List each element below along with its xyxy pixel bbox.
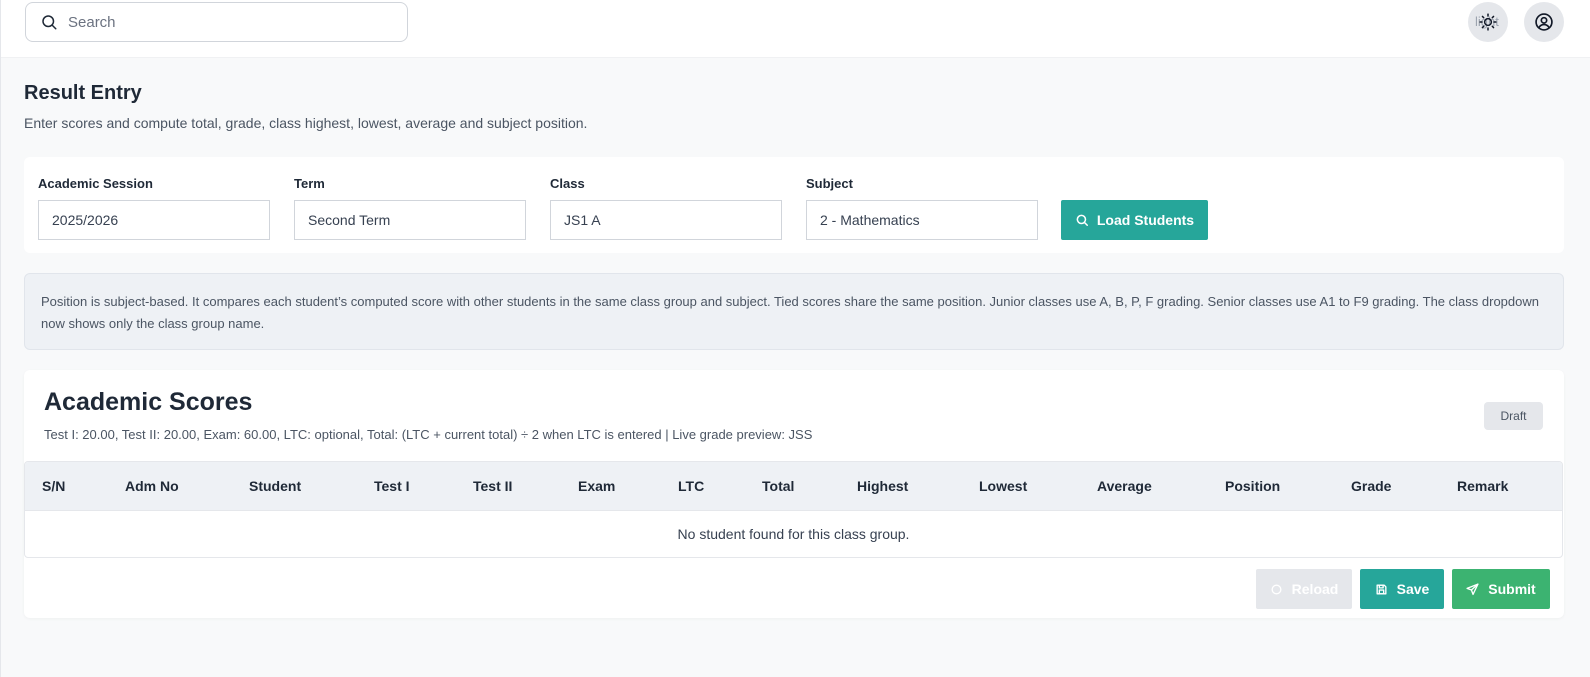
save-button[interactable]: Save — [1360, 569, 1444, 609]
floppy-disk-icon — [1376, 583, 1387, 595]
column-header: Test I — [374, 478, 410, 494]
save-label: Save — [1396, 581, 1430, 597]
subject-field: Subject 2 - Mathematics — [806, 176, 1038, 240]
send-icon — [1466, 582, 1479, 595]
column-header: Test II — [473, 478, 513, 494]
subject-select[interactable]: 2 - Mathematics — [806, 200, 1038, 240]
scores-table: S/N Adm No Student Test I Test II Exam L… — [24, 461, 1563, 558]
column-header: Remark — [1457, 478, 1509, 494]
action-bar: Reload Save Submit — [24, 569, 1564, 609]
term-field: Term Second Term — [294, 176, 526, 240]
search-icon — [42, 15, 57, 30]
scores-card: Academic Scores Test I: 20.00, Test II: … — [24, 370, 1564, 618]
left-rule — [0, 0, 1, 677]
term-label: Term — [294, 176, 325, 191]
column-header: Exam — [578, 478, 616, 494]
scores-subtitle: Test I: 20.00, Test II: 20.00, Exam: 60.… — [44, 427, 813, 442]
load-students-label: Load Students — [1096, 212, 1195, 228]
refresh-icon — [1271, 583, 1282, 595]
reload-button[interactable]: Reload — [1256, 569, 1352, 609]
top-bar: light — [1, 0, 1590, 58]
submit-label: Submit — [1488, 581, 1536, 597]
subject-label: Subject — [806, 176, 853, 191]
column-header: S/N — [42, 478, 66, 494]
column-header: Position — [1225, 478, 1281, 494]
session-select[interactable]: 2025/2026 — [38, 200, 270, 240]
search-box[interactable] — [25, 2, 408, 42]
class-label: Class — [550, 176, 585, 191]
theme-toggle-button[interactable]: light — [1468, 2, 1508, 42]
search-input[interactable] — [68, 13, 368, 31]
filter-card: Academic Session 2025/2026 Term Second T… — [24, 157, 1564, 253]
class-select[interactable]: JS1 A — [550, 200, 782, 240]
column-header: Adm No — [125, 478, 179, 494]
column-header: Highest — [857, 478, 909, 494]
page-subtitle: Enter scores and compute total, grade, c… — [24, 115, 588, 131]
user-circle-icon — [1535, 13, 1553, 31]
column-header: Average — [1097, 478, 1152, 494]
session-label: Academic Session — [38, 176, 153, 191]
search-icon — [1076, 214, 1088, 227]
table-row: No student found for this class group. — [25, 511, 1562, 557]
column-header: LTC — [678, 478, 705, 494]
reload-label: Reload — [1291, 581, 1339, 597]
submit-button[interactable]: Submit — [1452, 569, 1550, 609]
table-header: S/N Adm No Student Test I Test II Exam L… — [25, 462, 1562, 511]
user-menu-button[interactable] — [1524, 2, 1564, 42]
status-badge: Draft — [1484, 402, 1543, 430]
page-title: Result Entry — [24, 82, 142, 104]
load-students-button[interactable]: Load Students — [1061, 200, 1208, 240]
column-header: Student — [249, 478, 302, 494]
empty-message: No student found for this class group. — [677, 526, 910, 542]
class-field: Class JS1 A — [550, 176, 782, 240]
scores-title: Academic Scores — [44, 388, 253, 416]
info-notice: Position is subject-based. It compares e… — [24, 273, 1564, 350]
sun-icon — [1479, 13, 1497, 31]
term-select[interactable]: Second Term — [294, 200, 526, 240]
column-header: Total — [762, 478, 795, 494]
column-header: Lowest — [979, 478, 1028, 494]
session-field: Academic Session 2025/2026 — [38, 176, 270, 240]
column-header: Grade — [1351, 478, 1392, 494]
